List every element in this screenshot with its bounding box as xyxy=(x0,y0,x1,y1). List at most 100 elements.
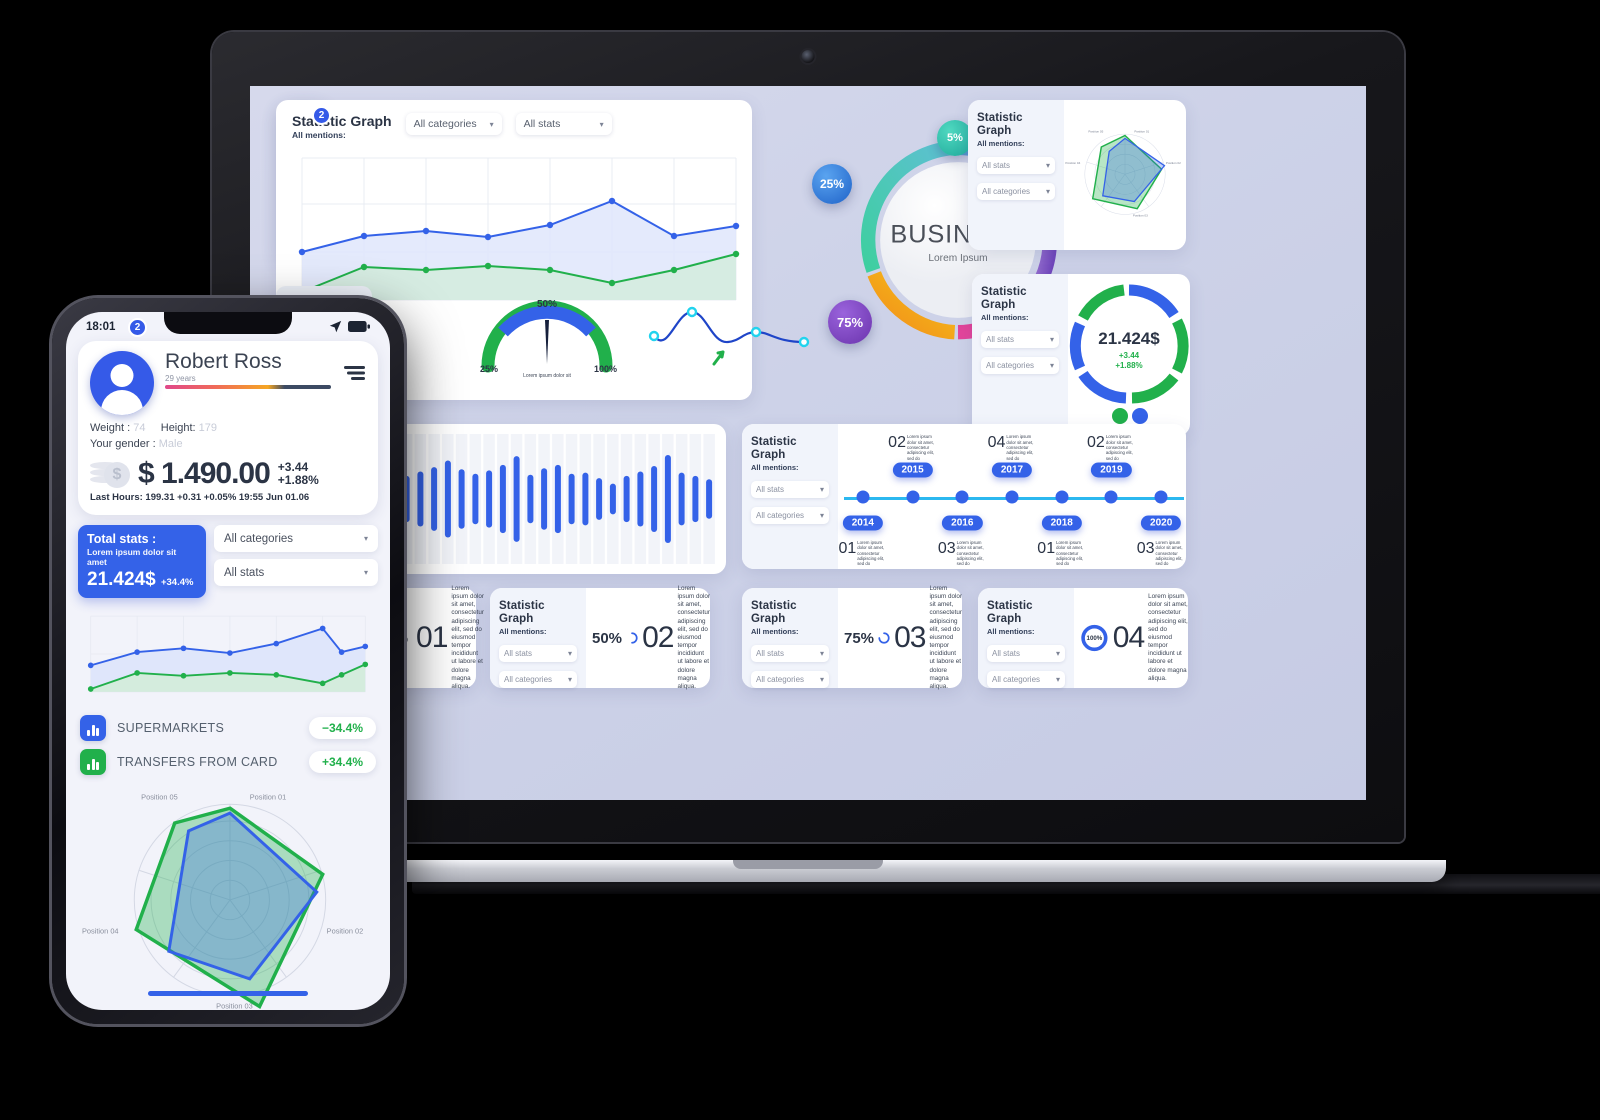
weight-value: 74 xyxy=(133,422,146,434)
timeline-number: 03 xyxy=(937,540,956,557)
profile-card: 2 Robert Ross 29 years Weight: 74 Heigh… xyxy=(78,318,378,515)
list-item[interactable]: TRANSFERS FROM CARD +34.4% xyxy=(80,749,376,775)
svg-text:Position 02: Position 02 xyxy=(1166,161,1181,165)
menu-icon[interactable] xyxy=(342,365,366,381)
balance-amount: $ 1.490.00 xyxy=(138,456,271,490)
select-all-stats[interactable]: All stats ▾ xyxy=(987,645,1065,663)
svg-text:+3.44: +3.44 xyxy=(1119,351,1140,360)
radar-chart: Position 01 Position 02 Position 03 Positi… xyxy=(1065,130,1181,218)
badge-pct-25-left[interactable]: 25% xyxy=(812,164,852,204)
select-all-stats[interactable]: All stats ▾ xyxy=(499,645,577,663)
select-all-categories[interactable]: All categories ▾ xyxy=(751,671,829,689)
select-all-categories[interactable]: All categories ▾ xyxy=(981,357,1059,375)
select-all-stats[interactable]: All stats ▾ xyxy=(981,331,1059,349)
chevron-down-icon: ▾ xyxy=(1049,361,1054,371)
select-all-stats[interactable]: All stats ▾ xyxy=(515,113,612,135)
total-label: Total stats : xyxy=(87,532,157,546)
home-indicator[interactable] xyxy=(148,991,308,996)
radar-label: Position 04 xyxy=(82,927,119,936)
timeline-dot[interactable] xyxy=(955,490,969,503)
timeline-year[interactable]: 2019 xyxy=(1091,462,1132,478)
select-all-categories[interactable]: All categories ▾ xyxy=(214,525,378,552)
card-body: 75% 03 Lorem ipsum dolor sit amet, conse… xyxy=(838,584,963,690)
timeline-entry: 03 Lorem ipsum dolor sit amet, consectetu… xyxy=(938,540,987,567)
card-subtitle: All mentions: xyxy=(977,139,1025,149)
select-value: All categories xyxy=(504,675,553,685)
timeline-number: 04 xyxy=(987,434,1006,452)
timeline-desc: Lorem ipsum dolor sit amet, consectetur … xyxy=(1105,434,1133,461)
card-head: Statistic Graph All mentions: All stats ▾… xyxy=(978,588,1074,689)
timeline-number: 01 xyxy=(1037,540,1056,557)
select-value: All categories xyxy=(986,361,1035,371)
chevron-down-icon: ▾ xyxy=(363,568,368,577)
select-all-categories[interactable]: All categories ▾ xyxy=(751,507,829,525)
timeline-dot[interactable] xyxy=(1055,490,1069,503)
timeline-desc: Lorem ipsum dolor sit amet, consectetur … xyxy=(1056,540,1084,567)
card-body: 50% 02 Lorem ipsum dolor sit amet, conse… xyxy=(586,584,711,690)
select-value: All stats xyxy=(982,161,1011,171)
select-all-stats[interactable]: All stats ▾ xyxy=(751,645,829,663)
select-all-categories[interactable]: All categories ▾ xyxy=(499,671,577,689)
select-value: All categories xyxy=(756,511,805,521)
timeline-entry: 02 Lorem ipsum dolor sit amet, consectetu… xyxy=(888,434,937,461)
avatar[interactable] xyxy=(90,351,154,415)
timeline-dot[interactable] xyxy=(1154,490,1168,503)
laptop-screen: 2 Statistic Graph All mentions: All cate… xyxy=(250,86,1366,800)
card-subtitle: All mentions: xyxy=(981,313,1029,323)
timeline-dot[interactable] xyxy=(1005,490,1019,503)
timeline-desc: Lorem ipsum dolor sit amet, consectetur … xyxy=(857,540,885,567)
card-head: Statistic Graph All mentions: All stats ▾… xyxy=(742,588,838,689)
coins-icon: $ xyxy=(90,459,130,489)
badge-pct-75[interactable]: 75% xyxy=(828,300,872,344)
total-stats-badge: Total stats : Lorem ipsum dolor sit amet… xyxy=(78,525,206,598)
timeline-dot[interactable] xyxy=(856,490,870,503)
timeline-year[interactable]: 2016 xyxy=(942,515,983,531)
timeline-items: 2014 01 Lorem ipsum dolor sit amet, consec… xyxy=(838,424,1186,569)
timeline-desc: Lorem ipsum dolor sit amet, consectetur … xyxy=(956,540,984,567)
radar-label: Position 02 xyxy=(327,927,364,936)
list-item[interactable]: SUPERMARKETS −34.4% xyxy=(80,715,376,741)
timeline-year[interactable]: 2014 xyxy=(842,515,883,531)
timeline-number: 01 xyxy=(838,540,857,557)
timeline-year[interactable]: 2015 xyxy=(892,462,933,478)
chevron-down-icon: ▾ xyxy=(599,119,604,129)
card-subtitle: All mentions: xyxy=(751,627,799,637)
timeline-dot[interactable] xyxy=(1104,490,1118,503)
gender-value: Male xyxy=(158,438,183,450)
select-all-categories[interactable]: All categories ▾ xyxy=(405,113,502,135)
timeline-year[interactable]: 2018 xyxy=(1041,515,1082,531)
gauge-chart: 50% 25% 100% Lorem ipsum dolor sit xyxy=(480,299,617,379)
progress-desc: Lorem ipsum dolor sit amet, consectetur … xyxy=(929,584,963,690)
timeline-dot[interactable] xyxy=(906,490,920,503)
progress-number: 01 xyxy=(416,621,448,654)
chevron-down-icon: ▾ xyxy=(567,675,572,685)
timeline-year[interactable]: 2020 xyxy=(1141,515,1182,531)
select-all-stats[interactable]: All stats ▾ xyxy=(214,559,378,586)
progress-pct: 50% xyxy=(592,629,623,647)
bar-chart-icon xyxy=(80,715,106,741)
profile-progress-bar xyxy=(165,385,331,389)
progress-desc: Lorem ipsum dolor sit amet, consectetur … xyxy=(677,584,711,690)
select-all-categories[interactable]: All categories ▾ xyxy=(977,183,1055,201)
select-value: All categories xyxy=(756,675,805,685)
webcam-icon xyxy=(801,50,815,63)
profile-measurements: Weight : 74 Height: 179 xyxy=(90,422,366,434)
height-label: Height: xyxy=(160,422,196,434)
select-all-stats[interactable]: All stats ▾ xyxy=(977,157,1055,175)
total-delta: +34.4% xyxy=(160,577,194,588)
radar-card-body: Position 01 Position 02 Position 03 Positi… xyxy=(1064,100,1186,250)
bar-chart-icon xyxy=(80,749,106,775)
timeline-number: 03 xyxy=(1136,540,1155,557)
svg-text:Lorem ipsum dolor sit: Lorem ipsum dolor sit xyxy=(523,373,571,379)
select-value: All stats xyxy=(986,335,1015,345)
select-all-stats[interactable]: All stats ▾ xyxy=(751,481,829,499)
timeline-year[interactable]: 2017 xyxy=(991,462,1033,478)
card-subtitle: All mentions: xyxy=(751,463,799,473)
balance-last-hours: Last Hours: 199.31 +0.31 +0.05% 19:55 Ju… xyxy=(90,492,310,503)
svg-text:Position 05: Position 05 xyxy=(1088,130,1103,134)
select-all-categories[interactable]: All categories ▾ xyxy=(987,671,1065,689)
card-title: Statistic Graph xyxy=(977,112,1023,138)
area-chart xyxy=(298,157,740,301)
balance-delta-2: +1.88% xyxy=(277,473,319,487)
card-title: Statistic Graph xyxy=(981,286,1027,312)
